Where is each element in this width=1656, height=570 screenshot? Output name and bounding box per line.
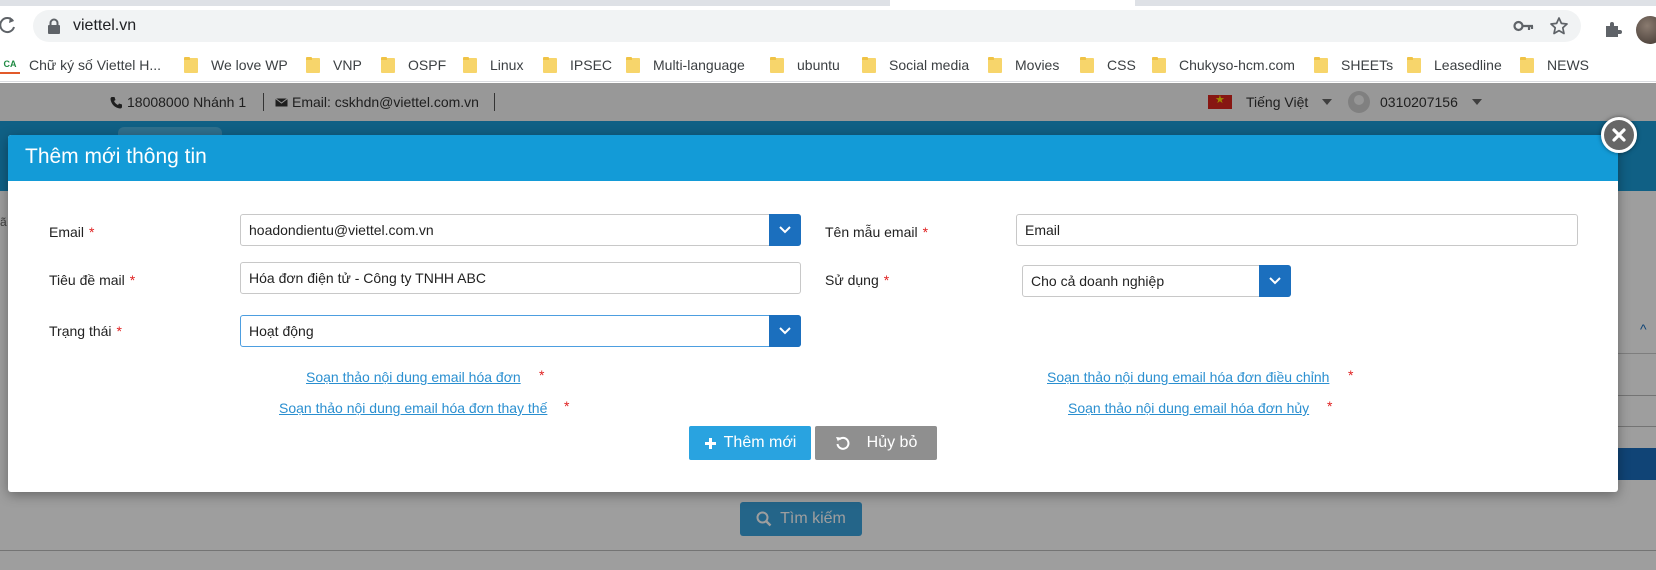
bookmark-ospf[interactable]: OSPF xyxy=(381,55,446,75)
reload-icon[interactable] xyxy=(0,15,18,35)
lock-icon[interactable] xyxy=(47,18,61,34)
bookmark-chu-ky-so[interactable]: CA Chữ ký số Viettel H... xyxy=(0,55,162,75)
template-name-value: Email xyxy=(1025,222,1061,238)
bookmark-label: VNP xyxy=(333,57,362,73)
bookmark-label: Chữ ký số Viettel H... xyxy=(29,57,162,73)
url-text[interactable]: viettel.vn xyxy=(73,17,136,35)
bookmark-ipsec[interactable]: IPSEC xyxy=(543,55,612,75)
bookmark-label: IPSEC xyxy=(570,57,613,73)
email-label: Email * xyxy=(49,224,95,240)
bookmark-news[interactable]: NEWS xyxy=(1520,55,1589,75)
folder-icon xyxy=(626,57,640,73)
dropdown-toggle[interactable] xyxy=(769,214,801,246)
folder-icon xyxy=(862,57,876,73)
folder-icon xyxy=(463,57,477,73)
bookmark-linux[interactable]: Linux xyxy=(463,55,523,75)
bookmark-label: Chukyso-hcm.com xyxy=(1179,57,1295,73)
required-mark: * xyxy=(539,367,545,383)
bookmark-vnp[interactable]: VNP xyxy=(306,55,362,75)
bookmark-label: SHEETs xyxy=(1341,57,1394,73)
bookmark-label: Social media xyxy=(889,57,970,73)
template-name-input[interactable]: Email xyxy=(1016,214,1578,246)
chevron-down-icon xyxy=(1269,277,1281,285)
address-bar[interactable]: viettel.vn xyxy=(33,10,1581,42)
add-info-modal: Thêm mới thông tin Email * hoadondientu@v… xyxy=(8,135,1618,492)
required-mark: * xyxy=(1327,398,1333,414)
folder-icon xyxy=(1407,57,1421,73)
usage-value: Cho cả doanh nghiệp xyxy=(1031,273,1165,289)
key-icon[interactable] xyxy=(1513,18,1535,34)
chevron-down-icon xyxy=(779,226,791,234)
subject-value: Hóa đơn điện tử - Công ty TNHH ABC xyxy=(249,270,486,286)
bookmark-label: NEWS xyxy=(1547,57,1589,73)
status-select[interactable]: Hoạt động xyxy=(240,315,801,347)
bookmark-label: Leasedline xyxy=(1434,57,1502,73)
dropdown-toggle[interactable] xyxy=(769,315,801,347)
folder-icon xyxy=(988,57,1002,73)
browser-toolbar: viettel.vn xyxy=(0,6,1656,46)
bookmark-css[interactable]: CSS xyxy=(1080,55,1136,75)
bookmark-movies[interactable]: Movies xyxy=(988,55,1059,75)
folder-icon xyxy=(1080,57,1094,73)
folder-icon xyxy=(543,57,557,73)
ca-logo-icon: CA xyxy=(0,56,20,74)
bookmark-sheets[interactable]: SHEETs xyxy=(1314,55,1393,75)
bookmark-chukyso-hcm[interactable]: Chukyso-hcm.com xyxy=(1152,55,1295,75)
template-name-label: Tên mẫu email * xyxy=(825,224,929,240)
edit-replace-invoice-email-link[interactable]: Soạn thảo nội dung email hóa đơn thay th… xyxy=(279,400,547,416)
status-label: Trạng thái * xyxy=(49,323,122,339)
cancel-label: Hủy bỏ xyxy=(866,434,918,451)
bookmark-label: ubuntu xyxy=(797,57,840,73)
bookmark-leasedline[interactable]: Leasedline xyxy=(1407,55,1502,75)
extensions-icon[interactable] xyxy=(1603,19,1623,39)
modal-title: Thêm mới thông tin xyxy=(25,145,207,168)
folder-icon xyxy=(381,57,395,73)
plus-icon xyxy=(704,437,717,450)
add-new-label: Thêm mới xyxy=(723,434,797,451)
folder-icon xyxy=(1152,57,1166,73)
modal-header: Thêm mới thông tin xyxy=(8,135,1618,181)
close-icon xyxy=(1604,120,1634,150)
dropdown-toggle[interactable] xyxy=(1259,265,1291,297)
bookmark-star-icon[interactable] xyxy=(1549,16,1569,36)
edit-invoice-email-link[interactable]: Soạn thảo nội dung email hóa đơn xyxy=(306,369,521,385)
bookmarks-bar: CA Chữ ký số Viettel H... We love WP VNP… xyxy=(0,46,1656,82)
bookmark-label: OSPF xyxy=(408,57,447,73)
folder-icon xyxy=(1314,57,1328,73)
required-mark: * xyxy=(1348,367,1354,383)
chevron-down-icon xyxy=(779,327,791,335)
profile-avatar[interactable] xyxy=(1636,16,1656,44)
cancel-button[interactable]: Hủy bỏ xyxy=(815,426,937,460)
close-modal-button[interactable] xyxy=(1601,117,1637,153)
bookmark-label: Multi-language xyxy=(653,57,745,73)
status-value: Hoạt động xyxy=(249,323,314,339)
undo-icon xyxy=(835,436,850,451)
sender-email-value: hoadondientu@viettel.com.vn xyxy=(249,222,434,238)
bookmark-ubuntu[interactable]: ubuntu xyxy=(770,55,840,75)
bookmark-label: CSS xyxy=(1107,57,1136,73)
subject-input[interactable]: Hóa đơn điện tử - Công ty TNHH ABC xyxy=(240,262,801,294)
bookmark-label: We love WP xyxy=(211,57,288,73)
required-mark: * xyxy=(564,398,570,414)
bookmark-multi-language[interactable]: Multi-language xyxy=(626,55,745,75)
bookmark-label: Movies xyxy=(1015,57,1060,73)
folder-icon xyxy=(306,57,320,73)
usage-label: Sử dụng * xyxy=(825,272,890,288)
subject-label: Tiêu đề mail * xyxy=(49,272,136,288)
edit-adjust-invoice-email-link[interactable]: Soạn thảo nội dung email hóa đơn điều ch… xyxy=(1047,369,1329,385)
folder-icon xyxy=(1520,57,1534,73)
bookmark-label: Linux xyxy=(490,57,524,73)
add-new-button[interactable]: Thêm mới xyxy=(689,426,811,460)
folder-icon xyxy=(184,57,198,73)
sender-email-select[interactable]: hoadondientu@viettel.com.vn xyxy=(240,214,801,246)
bookmark-social-media[interactable]: Social media xyxy=(862,55,969,75)
bookmark-we-love-wp[interactable]: We love WP xyxy=(184,55,288,75)
edit-cancel-invoice-email-link[interactable]: Soạn thảo nội dung email hóa đơn hủy xyxy=(1068,400,1309,416)
folder-icon xyxy=(770,57,784,73)
usage-select[interactable]: Cho cả doanh nghiệp xyxy=(1022,265,1291,297)
